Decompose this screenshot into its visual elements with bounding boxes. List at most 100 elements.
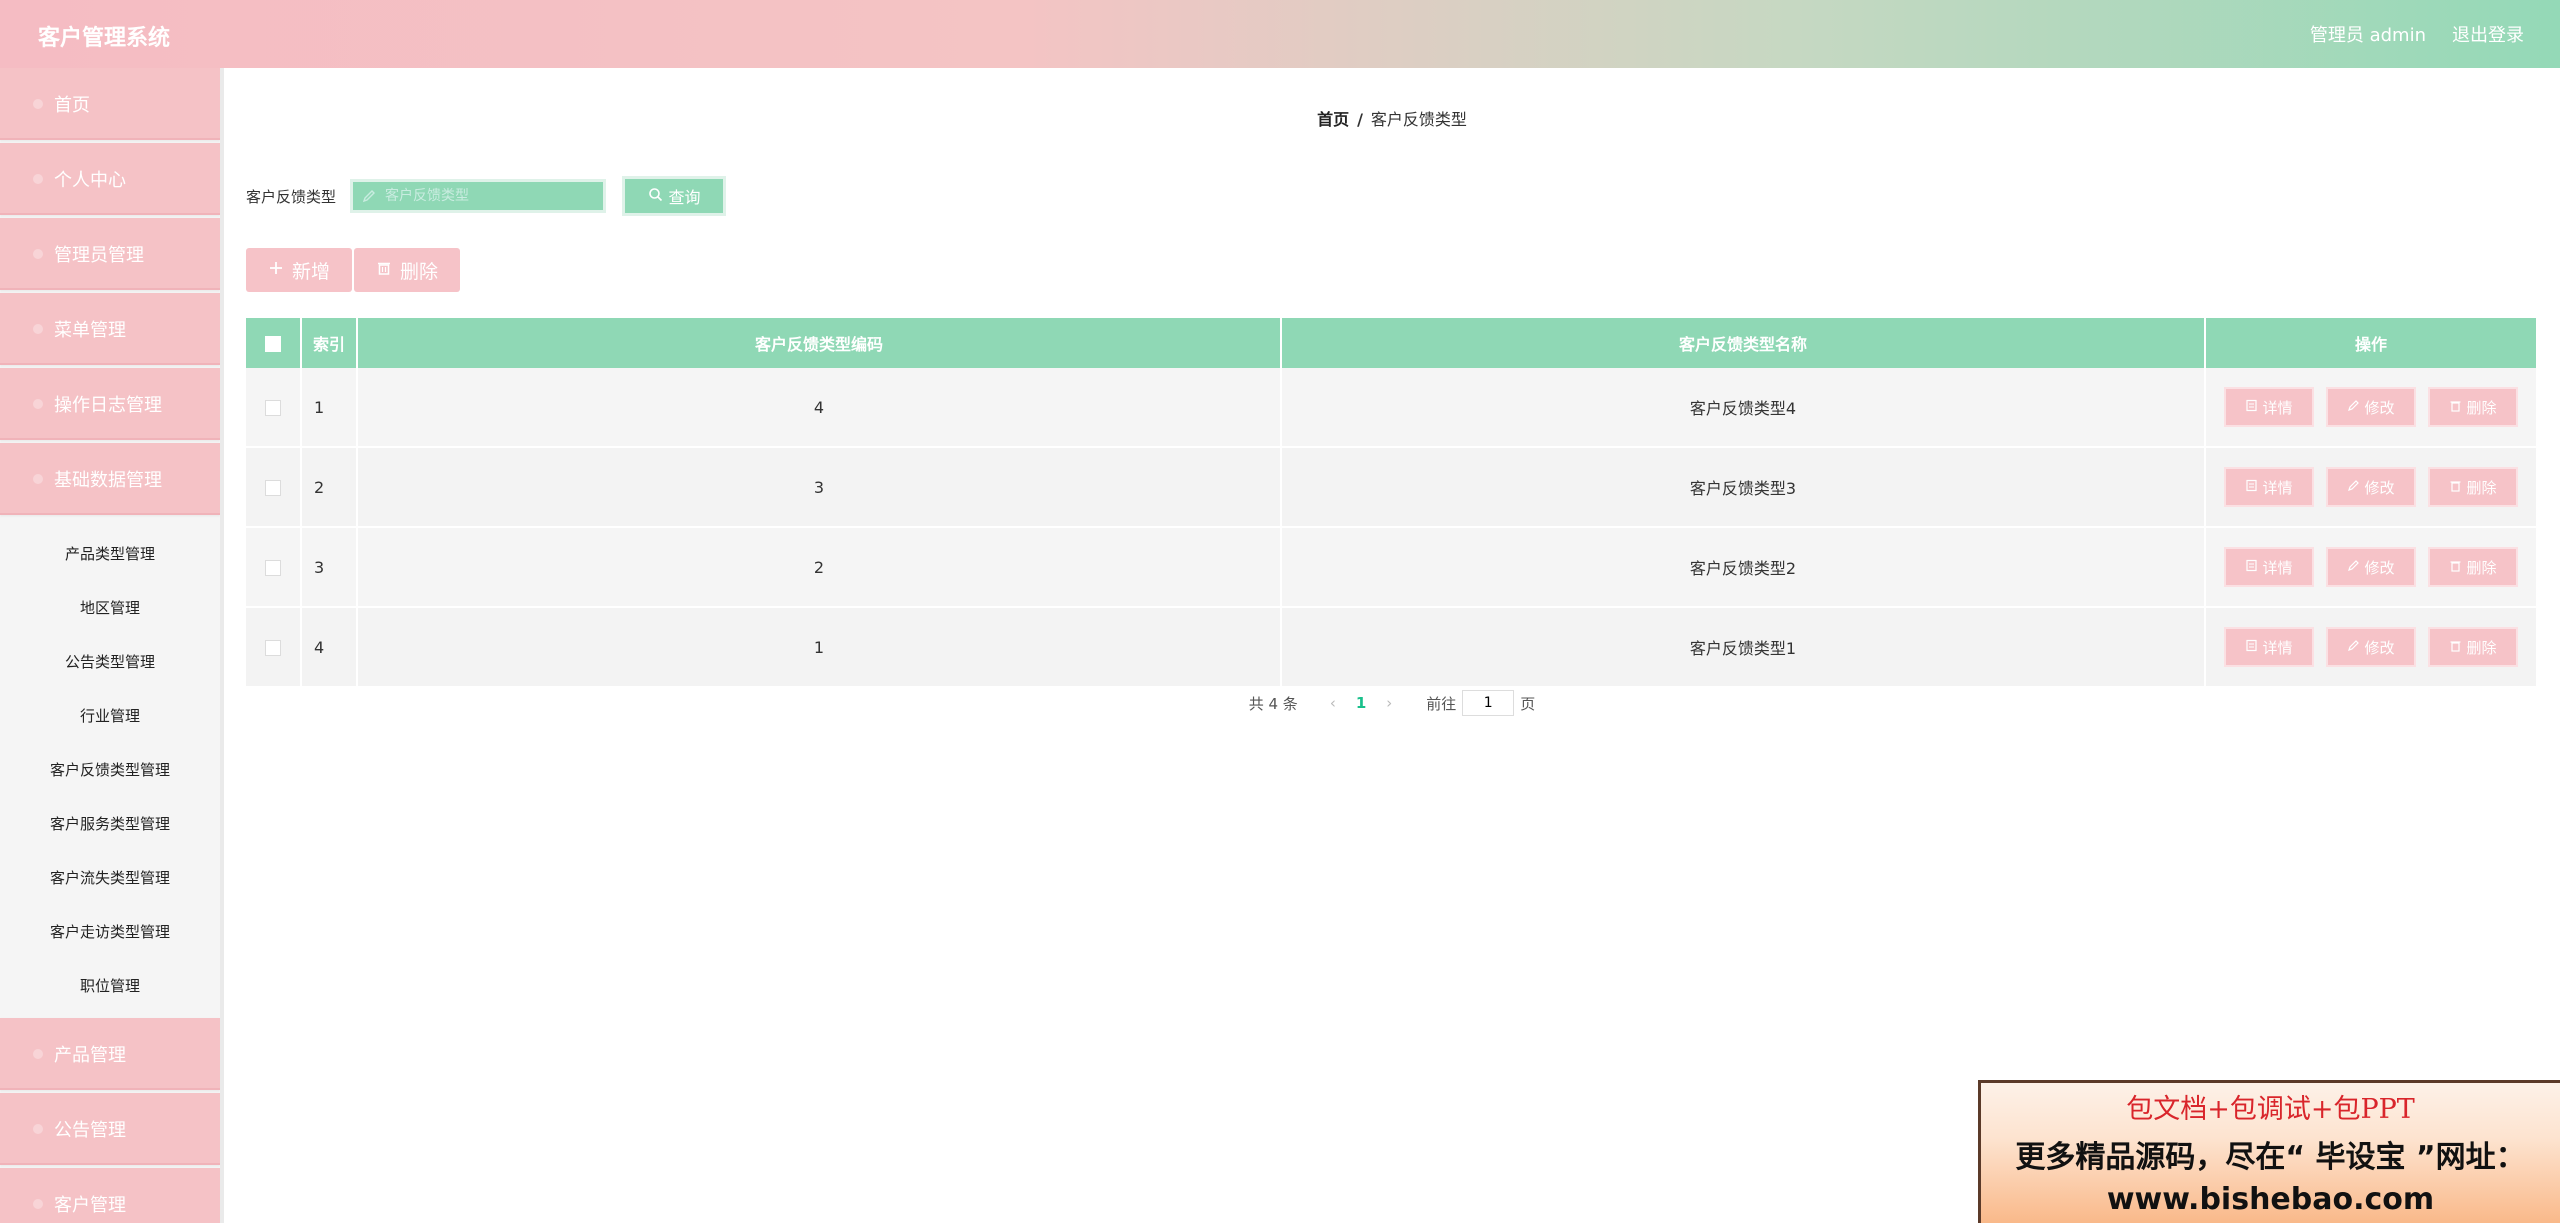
sidebar-item-label: 个人中心 (54, 170, 126, 191)
sidebar-item-menu[interactable]: 菜单管理 (0, 293, 220, 365)
sidebar-subitem-active[interactable]: 客户反馈类型管理 (0, 742, 220, 796)
row-select-cell (246, 368, 302, 448)
detail-label: 详情 (2262, 558, 2293, 577)
goto-suffix: 页 (1520, 694, 1536, 713)
top-header: 客户管理系统 管理员 admin 退出登录 (0, 0, 2560, 68)
goto-prefix: 前往 (1426, 694, 1457, 713)
detail-button[interactable]: 详情 (2224, 627, 2314, 667)
detail-button[interactable]: 详情 (2224, 467, 2314, 507)
col-name: 客户反馈类型名称 (1281, 318, 2206, 368)
delete-label: 删除 (2466, 558, 2497, 577)
delete-button[interactable]: 删除 (2428, 547, 2518, 587)
detail-label: 详情 (2262, 398, 2293, 417)
sidebar-item-product[interactable]: 产品管理 (0, 1018, 220, 1090)
sidebar-item-label: 管理员管理 (54, 245, 144, 266)
sidebar-subitem[interactable]: 地区管理 (0, 580, 220, 634)
logout-link[interactable]: 退出登录 (2452, 21, 2524, 47)
row-ops: 详情 修改 删除 (2205, 607, 2538, 688)
promo-line-1: 包文档+包调试+包PPT (2126, 1094, 2415, 1125)
detail-button[interactable]: 详情 (2224, 387, 2314, 427)
delete-button[interactable]: 删除 (2428, 467, 2518, 507)
sidebar-item-label: 菜单管理 (54, 320, 126, 341)
main-content: 首页 / 客户反馈类型 客户反馈类型 查询 新增 删除 索引 客户反馈类型编码 (224, 68, 2560, 1223)
plus-icon (268, 259, 284, 281)
sidebar-subitem[interactable]: 客户服务类型管理 (0, 796, 220, 850)
chevron-left-icon[interactable]: ‹ (1330, 694, 1336, 712)
menu-icon (30, 396, 46, 412)
edit-button[interactable]: 修改 (2326, 547, 2416, 587)
pencil-icon (2347, 638, 2360, 656)
edit-button[interactable]: 修改 (2326, 627, 2416, 667)
sidebar-item-home[interactable]: 首页 (0, 68, 220, 140)
edit-button[interactable]: 修改 (2326, 387, 2416, 427)
sidebar-subitem[interactable]: 行业管理 (0, 688, 220, 742)
row-index: 3 (301, 527, 358, 608)
menu-icon (30, 321, 46, 337)
sidebar-item-profile[interactable]: 个人中心 (0, 143, 220, 215)
trash-icon (2449, 398, 2462, 416)
action-row: 新增 删除 (246, 248, 462, 292)
delete-button[interactable]: 删除 (2428, 627, 2518, 667)
chevron-right-icon[interactable]: › (1386, 694, 1392, 712)
row-ops: 详情 修改 删除 (2205, 527, 2538, 608)
row-checkbox[interactable] (265, 560, 281, 576)
edit-button[interactable]: 修改 (2326, 467, 2416, 507)
table-row: 3 2 客户反馈类型2 详情 修改 删除 (246, 527, 2538, 608)
query-button[interactable]: 查询 (622, 176, 727, 216)
row-checkbox[interactable] (265, 400, 281, 416)
document-icon (2245, 478, 2258, 496)
page-number[interactable]: 1 (1356, 694, 1366, 712)
edit-label: 修改 (2364, 558, 2395, 577)
search-input-wrap (350, 179, 607, 213)
row-checkbox[interactable] (265, 640, 281, 656)
edit-label: 修改 (2364, 638, 2395, 657)
sidebar-item-oplog[interactable]: 操作日志管理 (0, 368, 220, 440)
row-code: 1 (357, 607, 1282, 688)
document-icon (2245, 638, 2258, 656)
col-code: 客户反馈类型编码 (357, 318, 1282, 368)
breadcrumb-home[interactable]: 首页 (1317, 110, 1349, 129)
search-label: 客户反馈类型 (246, 187, 337, 206)
row-index: 2 (301, 447, 358, 528)
row-checkbox[interactable] (265, 480, 281, 496)
bulk-delete-label: 删除 (400, 260, 439, 283)
data-table: 索引 客户反馈类型编码 客户反馈类型名称 操作 1 4 客户反馈类型4 详情 修… (246, 318, 2538, 688)
menu-icon (30, 1196, 46, 1212)
goto-page-input[interactable] (1462, 690, 1515, 716)
search-icon (648, 187, 663, 206)
sidebar-item-label: 客户管理 (54, 1195, 126, 1216)
sidebar-subitem[interactable]: 职位管理 (0, 958, 220, 1012)
breadcrumb-current: 客户反馈类型 (1370, 110, 1467, 129)
sidebar-item-label: 首页 (54, 95, 90, 116)
search-row: 客户反馈类型 查询 (246, 176, 727, 216)
document-icon (2245, 558, 2258, 576)
sidebar-subitem[interactable]: 公告类型管理 (0, 634, 220, 688)
sidebar: 首页 个人中心 管理员管理 菜单管理 操作日志管理 基础数据管理 产品类型管理 … (0, 68, 224, 1223)
search-input[interactable] (350, 179, 607, 213)
breadcrumb: 首页 / 客户反馈类型 (224, 106, 2560, 130)
trash-icon (2449, 558, 2462, 576)
promo-banner: 包文档+包调试+包PPT 更多精品源码，尽在“ 毕设宝 ”网址： www.bis… (1978, 1080, 2560, 1223)
row-select-cell (246, 447, 302, 528)
sidebar-subitem[interactable]: 客户流失类型管理 (0, 850, 220, 904)
sidebar-item-basedata[interactable]: 基础数据管理 (0, 443, 220, 515)
row-name: 客户反馈类型4 (1281, 368, 2206, 448)
sidebar-subitem[interactable]: 客户走访类型管理 (0, 904, 220, 958)
breadcrumb-separator: / (1357, 110, 1363, 129)
sidebar-item-label: 操作日志管理 (54, 395, 162, 416)
sidebar-submenu: 产品类型管理 地区管理 公告类型管理 行业管理 客户反馈类型管理 客户服务类型管… (0, 518, 220, 1018)
sidebar-item-admin[interactable]: 管理员管理 (0, 218, 220, 290)
row-name: 客户反馈类型1 (1281, 607, 2206, 688)
detail-label: 详情 (2262, 478, 2293, 497)
sidebar-item-notice[interactable]: 公告管理 (0, 1093, 220, 1165)
pagination: 共 4 条 ‹ 1 › 前往 页 (224, 690, 2560, 716)
sidebar-subitem[interactable]: 产品类型管理 (0, 526, 220, 580)
sidebar-item-customer[interactable]: 客户管理 (0, 1168, 220, 1223)
current-user: 管理员 admin (2309, 25, 2426, 46)
select-all-checkbox[interactable] (265, 336, 281, 352)
add-button[interactable]: 新增 (246, 248, 353, 292)
bulk-delete-button[interactable]: 删除 (354, 248, 461, 292)
detail-button[interactable]: 详情 (2224, 547, 2314, 587)
delete-button[interactable]: 删除 (2428, 387, 2518, 427)
promo-line-3: www.bishebao.com (2106, 1182, 2435, 1217)
